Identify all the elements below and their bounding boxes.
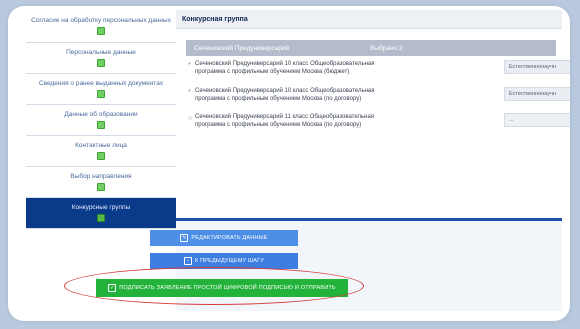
- sidebar-item-label: Выбор направления: [70, 173, 132, 180]
- group-header: Сеченовский Предуниверсарий Выбрано:2: [186, 40, 556, 56]
- edit-data-label: РЕДАКТИРОВАТЬ ДАННЫЕ: [191, 235, 268, 241]
- sidebar-item-direction[interactable]: Выбор направления: [26, 167, 176, 198]
- sidebar-item-label: Конкурсные группы: [71, 204, 131, 211]
- sidebar-item-label: Данные об образовании: [64, 111, 138, 118]
- sidebar-item-competition-groups[interactable]: Конкурсные группы: [26, 198, 176, 229]
- sidebar-item-consent[interactable]: Согласие на обработку персональных данны…: [26, 10, 176, 43]
- check-icon: [97, 90, 105, 98]
- arrow-left-icon: ‹: [183, 257, 192, 265]
- university-name: Сеченовский Предуниверсарий: [194, 44, 290, 52]
- sidebar-item-label: Сведения о ранее выданных документах: [38, 80, 164, 87]
- sidebar-item-label: Контактные лица: [75, 142, 127, 149]
- program-marker: ○: [188, 115, 193, 122]
- program-row[interactable]: * Сеченовский Предуниверсарий 10 класс О…: [186, 60, 570, 84]
- check-icon: [97, 183, 105, 191]
- check-icon: [97, 214, 105, 222]
- edit-data-button[interactable]: ✎ РЕДАКТИРОВАТЬ ДАННЫЕ: [150, 230, 298, 246]
- program-title: Сеченовский Предуниверсарий 10 класс Общ…: [195, 88, 375, 94]
- page-title: Конкурсная группа: [176, 10, 562, 29]
- program-marker: *: [188, 89, 191, 96]
- check-icon: [97, 27, 105, 35]
- check-icon: [97, 152, 105, 160]
- program-select[interactable]: ...: [504, 113, 570, 127]
- check-icon: [97, 121, 105, 129]
- application-window: Согласие на обработку персональных данны…: [8, 6, 570, 321]
- program-subtitle: программа с профильным обучением Москва …: [195, 96, 362, 102]
- program-title: Сеченовский Предуниверсарий 11 класс Общ…: [195, 114, 375, 120]
- previous-step-label: К ПРЕДЫДУЩЕМУ ШАГУ: [194, 258, 265, 264]
- program-subtitle: программа с профильным обучением Москва …: [195, 122, 362, 128]
- program-marker: *: [188, 62, 191, 69]
- sidebar-item-education[interactable]: Данные об образовании: [26, 105, 176, 136]
- program-select[interactable]: Естественнонаучн: [504, 87, 570, 101]
- program-row[interactable]: * Сеченовский Предуниверсарий 10 класс О…: [186, 87, 570, 111]
- edit-icon: ✎: [180, 234, 189, 242]
- program-title: Сеченовский Предуниверсарий 10 класс Общ…: [195, 61, 375, 67]
- program-subtitle: программа с профильным обучением Москва …: [195, 69, 350, 75]
- highlight-annotation: [64, 267, 364, 305]
- selected-count: Выбрано:2: [370, 44, 403, 52]
- program-row[interactable]: ○ Сеченовский Предуниверсарий 11 класс О…: [186, 113, 570, 137]
- sidebar-item-label: Персональные данные: [66, 49, 136, 56]
- check-icon: [97, 59, 105, 67]
- sidebar-item-contacts[interactable]: Контактные лица: [26, 136, 176, 167]
- sidebar-item-documents[interactable]: Сведения о ранее выданных документах: [26, 74, 176, 105]
- program-select[interactable]: Естественнонаучн: [504, 60, 570, 74]
- sidebar-item-label: Согласие на обработку персональных данны…: [31, 17, 171, 24]
- sidebar-item-personal-data[interactable]: Персональные данные: [26, 43, 176, 74]
